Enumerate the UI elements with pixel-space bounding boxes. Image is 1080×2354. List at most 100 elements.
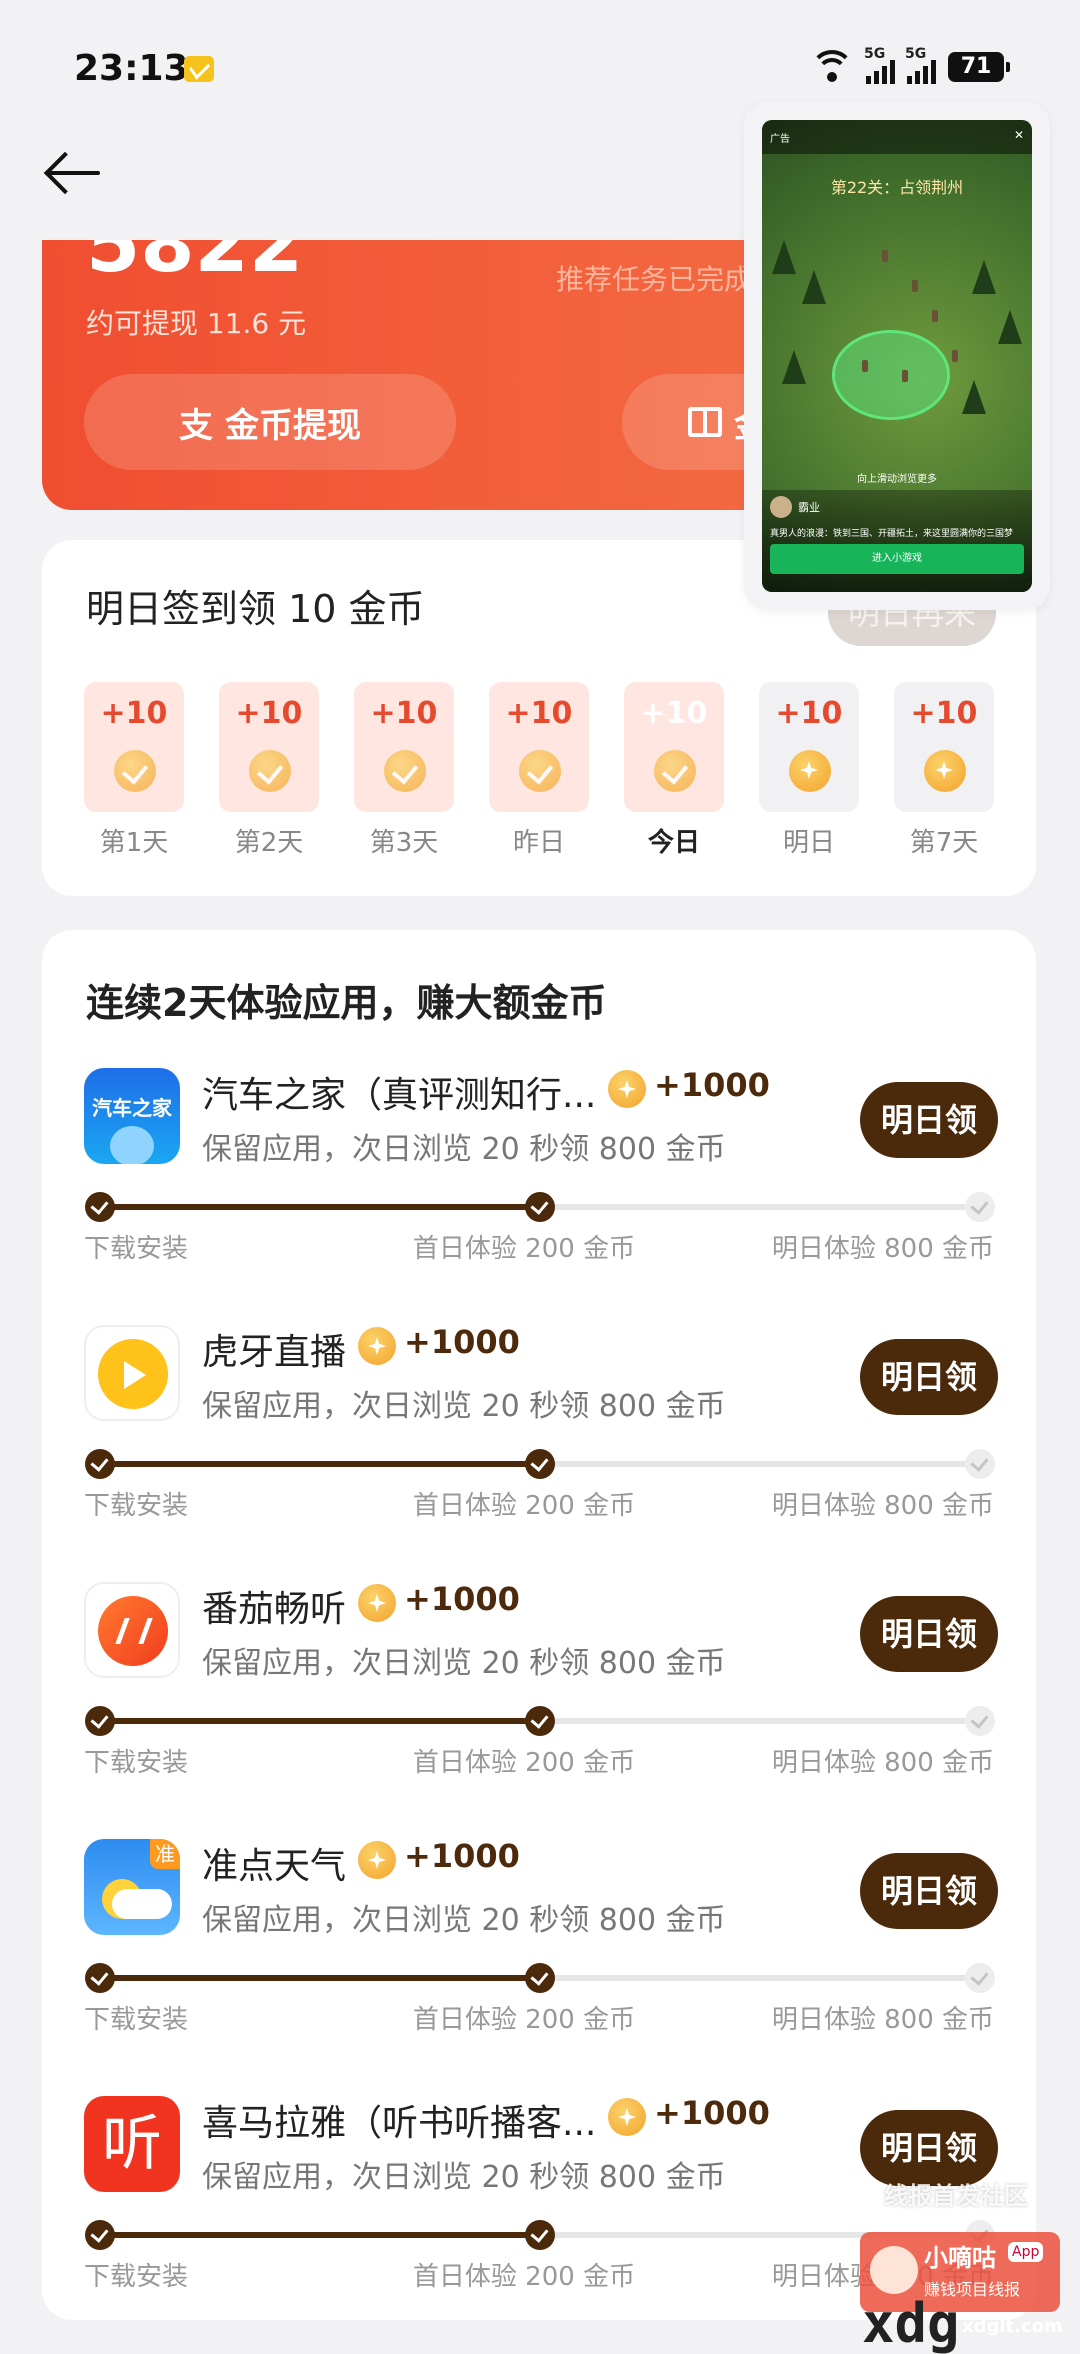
tree-decoration — [998, 310, 1022, 344]
app-task-description: 保留应用，次日浏览 20 秒领 800 金币 — [202, 1646, 726, 1681]
app-reward: +1000 — [404, 1580, 520, 1618]
task-progress-track — [85, 2220, 995, 2250]
tree-decoration — [772, 240, 796, 274]
close-icon[interactable]: ✕ — [1014, 128, 1024, 142]
app-name: 番茄畅听 — [202, 1589, 347, 1630]
progress-check-icon — [525, 1192, 555, 1222]
app-tasks-card: 连续2天体验应用，赚大额金币 下载安装 首日体验 200 金币 明日体验 800 金… — [42, 930, 1036, 2320]
tree-decoration — [972, 260, 996, 294]
mini-game-user-name: 霸业 — [798, 501, 820, 514]
progress-step-label: 下载安装 — [84, 2005, 189, 2035]
signal-icon-2: 5G — [905, 46, 936, 84]
checkin-day-label: 明日 — [782, 828, 835, 858]
coin-check-icon — [384, 750, 426, 792]
coin-icon — [608, 2098, 646, 2136]
task-progress-fill — [100, 1461, 540, 1467]
soldier — [912, 280, 918, 292]
network-type-label: 5G — [864, 46, 886, 62]
coin-check-icon — [249, 750, 291, 792]
claim-tomorrow-button[interactable]: 明日领 — [860, 1596, 998, 1672]
app-task-row[interactable]: 下载安装 首日体验 200 金币 明日体验 800 金币 准准点天气 +1000 保留应用… — [42, 1809, 1036, 2067]
alipay-icon: 支 — [179, 405, 213, 446]
mini-game-topbar: 广告 — [762, 120, 1032, 154]
checkin-day-box: +10 — [759, 682, 859, 812]
app-reward: +1000 — [654, 2094, 770, 2132]
mini-game-description: 真男人的浪漫：铁到三国、开疆拓土，来这里圆满你的三国梦 — [770, 529, 1014, 539]
mascot-icon — [870, 2246, 918, 2294]
ximalaya-icon-text: 听 — [102, 2109, 162, 2179]
app-task-row[interactable]: 下载安装 首日体验 200 金币 明日体验 800 金币 虎牙直播 +1000 保留应用，… — [42, 1295, 1036, 1553]
coin-icon — [924, 750, 966, 792]
progress-step-label: 明日体验 800 金币 — [771, 1491, 994, 1521]
avatar — [770, 496, 792, 518]
progress-check-icon — [965, 1449, 995, 1479]
progress-step-label: 首日体验 200 金币 — [412, 1491, 636, 1521]
progress-step-label: 明日体验 800 金币 — [771, 1748, 994, 1778]
soldier — [952, 350, 958, 362]
app-name: 虎牙直播 — [202, 1332, 347, 1373]
checkin-day-reward: +10 — [100, 696, 168, 731]
tree-decoration — [802, 270, 826, 304]
progress-check-icon — [525, 1963, 555, 1993]
enter-mini-game-button[interactable]: 进入小游戏 — [770, 544, 1024, 574]
mini-game-level: 第22关：占领荆州 — [830, 178, 964, 197]
checkin-day-box: +10 — [489, 682, 589, 812]
checkin-day-box: +10 — [354, 682, 454, 812]
battle-zone — [832, 330, 950, 420]
claim-tomorrow-button[interactable]: 明日领 — [860, 1339, 998, 1415]
checkin-day-label: 第7天 — [909, 828, 979, 858]
autohome-icon-text: 汽车之家 — [92, 1096, 172, 1120]
withdraw-estimate: 约可提现 11.6 元 — [86, 307, 307, 340]
task-progress-fill — [100, 1204, 540, 1210]
mini-game-preview[interactable]: 广告 ✕ 第22关：占领荆州 向上滑动浏览更多 霸业 真男人的浪漫：铁到三国、开… — [762, 120, 1032, 592]
soldier — [882, 250, 888, 262]
soldier — [862, 360, 868, 372]
app-task-description: 保留应用，次日浏览 20 秒领 800 金币 — [202, 2160, 726, 2195]
progress-check-icon — [965, 1706, 995, 1736]
coin-check-icon — [654, 750, 696, 792]
tree-decoration — [962, 380, 986, 414]
gift-icon — [688, 407, 722, 437]
weather-icon-text: 准 — [150, 1839, 180, 1869]
claim-tomorrow-button[interactable]: 明日领 — [860, 1082, 998, 1158]
progress-step-label: 首日体验 200 金币 — [412, 1748, 636, 1778]
task-progress-track — [85, 1449, 995, 1479]
progress-step-label: 下载安装 — [84, 1234, 189, 1264]
checkin-day-5: +10 今日 — [624, 682, 724, 859]
progress-check-icon — [85, 1192, 115, 1222]
mini-game-floating-window[interactable]: 广告 ✕ 第22关：占领荆州 向上滑动浏览更多 霸业 真男人的浪漫：铁到三国、开… — [744, 102, 1050, 610]
progress-step-label: 明日体验 800 金币 — [771, 1234, 994, 1264]
task-progress-fill — [100, 1975, 540, 1981]
back-arrow-icon[interactable] — [40, 142, 112, 202]
battery-icon: 71 — [948, 52, 1010, 82]
wifi-icon — [810, 50, 854, 84]
progress-check-icon — [85, 1963, 115, 1993]
checkin-day-3: +10 第3天 — [354, 682, 454, 859]
claim-tomorrow-button[interactable]: 明日领 — [860, 2110, 998, 2186]
app-name: 汽车之家（真评测知行... — [202, 1075, 597, 1116]
checkin-day-reward: +10 — [235, 696, 303, 731]
soldier — [902, 370, 908, 382]
watermark-text: 线报首发社区 — [884, 2182, 1028, 2210]
withdraw-button[interactable]: 支 金币提现 — [84, 374, 456, 470]
mini-game-hint: 向上滑动浏览更多 — [857, 474, 937, 485]
app-reward: +1000 — [404, 1323, 520, 1361]
progress-step-label: 下载安装 — [84, 1491, 189, 1521]
progress-check-icon — [525, 1706, 555, 1736]
checkin-day-reward: +10 — [775, 696, 843, 731]
coin-check-icon — [114, 750, 156, 792]
app-reward: +1000 — [654, 1066, 770, 1104]
app-task-row[interactable]: 下载安装 首日体验 200 金币 明日体验 800 金币 汽车之家 汽车之家（真评测知行… — [42, 1038, 1036, 1296]
claim-tomorrow-button[interactable]: 明日领 — [860, 1853, 998, 1929]
coin-icon — [608, 1070, 646, 1108]
app-task-row[interactable]: 下载安装 首日体验 200 金币 明日体验 800 金币 番茄畅听 +1000 保留应用，… — [42, 1552, 1036, 1810]
coin-balance: 5822 — [86, 240, 304, 290]
coin-icon — [358, 1584, 396, 1622]
checkin-day-box: +10 — [894, 682, 994, 812]
progress-step-label: 首日体验 200 金币 — [412, 2262, 636, 2292]
app-task-description: 保留应用，次日浏览 20 秒领 800 金币 — [202, 1389, 726, 1424]
watermark-logo-text: xdg — [862, 2292, 960, 2354]
clock: 23:13 — [74, 48, 189, 89]
progress-step-label: 首日体验 200 金币 — [412, 1234, 636, 1264]
progress-check-icon — [965, 1963, 995, 1993]
